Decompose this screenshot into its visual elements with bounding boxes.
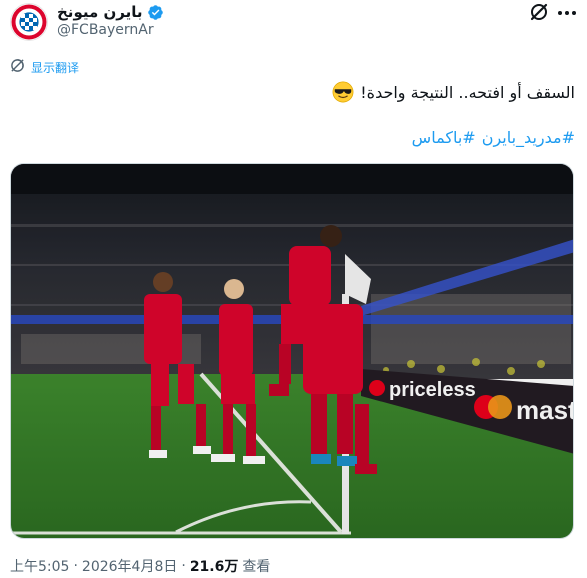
hashtag-link[interactable]: #باكماس bbox=[412, 128, 476, 147]
tweet-photo[interactable]: priceless mast bbox=[10, 163, 574, 539]
views-count[interactable]: 21.6万 bbox=[190, 556, 239, 576]
separator: · bbox=[73, 558, 78, 574]
tweet-text-body: السقف أو افتحه.. النتيجة واحدة! bbox=[360, 82, 575, 102]
tweet-date[interactable]: 2026年4月8日 bbox=[82, 556, 177, 576]
more-icon[interactable] bbox=[556, 4, 578, 22]
translate-button[interactable]: 显示翻译 bbox=[10, 58, 79, 76]
separator: · bbox=[181, 558, 186, 574]
hashtag-link[interactable]: #مدريد_بايرن bbox=[482, 128, 575, 147]
grok-icon[interactable] bbox=[529, 2, 549, 22]
tweet-text: السقف أو افتحه.. النتيجة واحدة! bbox=[332, 80, 575, 104]
bayern-logo-icon bbox=[11, 4, 47, 40]
football-celebration-photo-icon: priceless mast bbox=[11, 164, 573, 538]
tweet-footer: 上午5:05 · 2026年4月8日 · 21.6万 查看 bbox=[10, 556, 270, 576]
tweet-card: بايرن ميونخ @FCBayernAr 显示翻译 السقف أو اف… bbox=[0, 0, 587, 578]
handle[interactable]: @FCBayernAr bbox=[57, 22, 154, 38]
tweet-time[interactable]: 上午5:05 bbox=[10, 556, 69, 576]
avatar[interactable] bbox=[10, 3, 48, 41]
sunglasses-face-emoji-icon bbox=[332, 81, 354, 103]
name-row[interactable]: بايرن ميونخ bbox=[57, 2, 164, 22]
translate-icon bbox=[10, 58, 25, 77]
verified-icon bbox=[147, 4, 164, 21]
views-label: 查看 bbox=[242, 559, 271, 575]
hashtags: #مدريد_بايرن #باكماس bbox=[412, 128, 575, 147]
display-name[interactable]: بايرن ميونخ bbox=[57, 3, 143, 21]
translate-label: 显示翻译 bbox=[31, 60, 80, 75]
